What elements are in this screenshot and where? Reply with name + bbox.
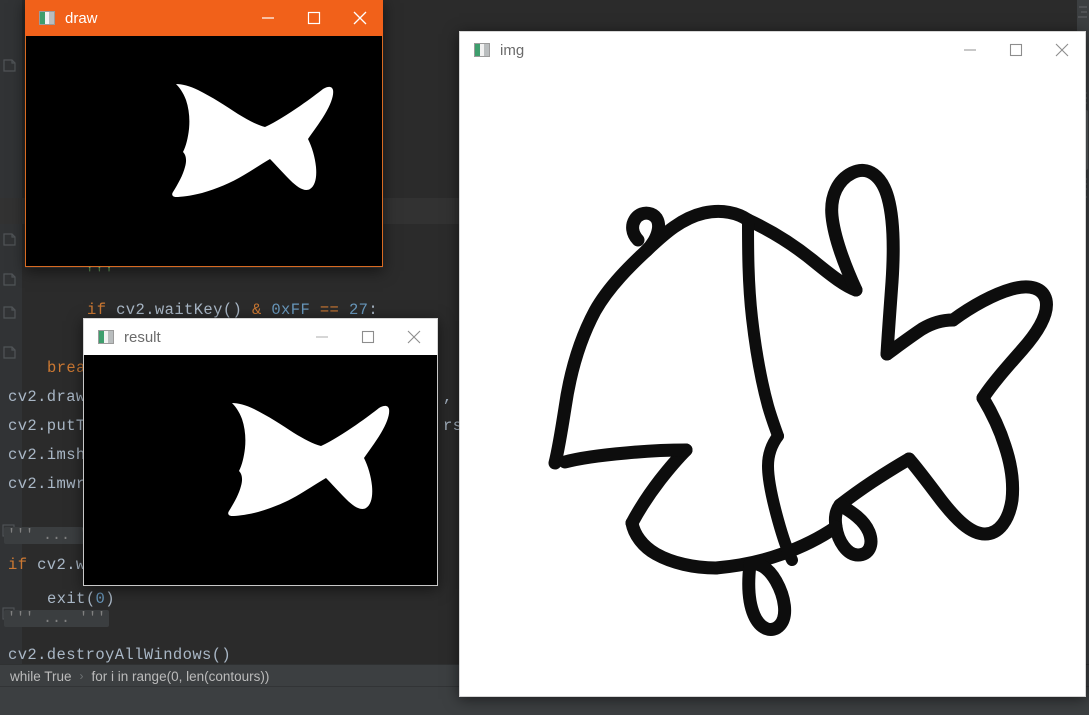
code-token: ): [105, 590, 115, 608]
chevron-right-icon: ›: [79, 669, 84, 683]
maximize-button[interactable]: [345, 319, 391, 355]
image-icon: [98, 330, 114, 344]
window-img[interactable]: img: [459, 31, 1086, 697]
code-token: 0: [95, 590, 106, 608]
minimize-button[interactable]: [299, 319, 345, 355]
minimize-button[interactable]: [245, 0, 291, 36]
code-fold-icon[interactable]: [2, 345, 17, 360]
window-result-canvas[interactable]: [83, 355, 438, 586]
code-token: cv2.waitKey(): [116, 301, 252, 319]
code-token: 0xFF: [271, 301, 320, 319]
window-draw[interactable]: draw: [25, 0, 383, 268]
code-token: if: [8, 556, 38, 574]
code-line: if cv2.waitKey() & 0xFF == 27:: [87, 301, 378, 319]
close-button[interactable]: [391, 319, 437, 355]
code-fold-icon[interactable]: [2, 232, 17, 247]
code-token: (: [85, 590, 96, 608]
minimap-top-marks: [1078, 4, 1087, 24]
window-draw-title: draw: [65, 9, 98, 27]
window-img-title: img: [500, 41, 525, 59]
code-token: :: [368, 301, 379, 319]
code-fragment: ,: [443, 388, 453, 406]
window-img-titlebar[interactable]: img: [459, 31, 1086, 68]
minimize-button[interactable]: [947, 32, 993, 68]
fish-silhouette: [228, 403, 390, 516]
code-token: &: [251, 301, 272, 319]
window-result-title: result: [124, 328, 161, 346]
code-fold-icon[interactable]: [2, 272, 17, 287]
window-draw-canvas[interactable]: [25, 36, 383, 267]
window-img-canvas[interactable]: [459, 68, 1086, 697]
fish-silhouette: [172, 84, 334, 197]
code-line: cv2.destroyAllWindows(): [8, 646, 231, 664]
maximize-button[interactable]: [291, 0, 337, 36]
breadcrumb-child[interactable]: for i in range(0, len(contours)): [92, 669, 270, 684]
fish-line-drawing: [548, 163, 1053, 636]
window-draw-titlebar[interactable]: draw: [25, 0, 383, 36]
window-result[interactable]: result: [83, 318, 438, 586]
code-token: 27: [348, 301, 369, 319]
code-fold-icon[interactable]: [2, 305, 17, 320]
code-fold-icon[interactable]: [2, 58, 17, 73]
window-result-titlebar[interactable]: result: [83, 318, 438, 355]
image-icon: [474, 43, 490, 57]
maximize-button[interactable]: [993, 32, 1039, 68]
code-line: exit(0): [47, 590, 115, 608]
breadcrumb-parent[interactable]: while True: [10, 669, 72, 684]
code-token: if: [87, 301, 117, 319]
image-icon: [39, 11, 55, 25]
scroll-gap: [1067, 0, 1077, 30]
close-button[interactable]: [337, 0, 383, 36]
close-button[interactable]: [1039, 32, 1085, 68]
collapsed-docstring[interactable]: ''' ... ''': [4, 610, 110, 627]
code-token: exit: [47, 590, 86, 608]
code-token: ==: [319, 301, 349, 319]
screen-root: 结束下方法：q')):'''if cv2.waitKey() & 0xFF ==…: [0, 0, 1089, 715]
code-token: cv2.destroyAllWindows(): [8, 646, 232, 664]
